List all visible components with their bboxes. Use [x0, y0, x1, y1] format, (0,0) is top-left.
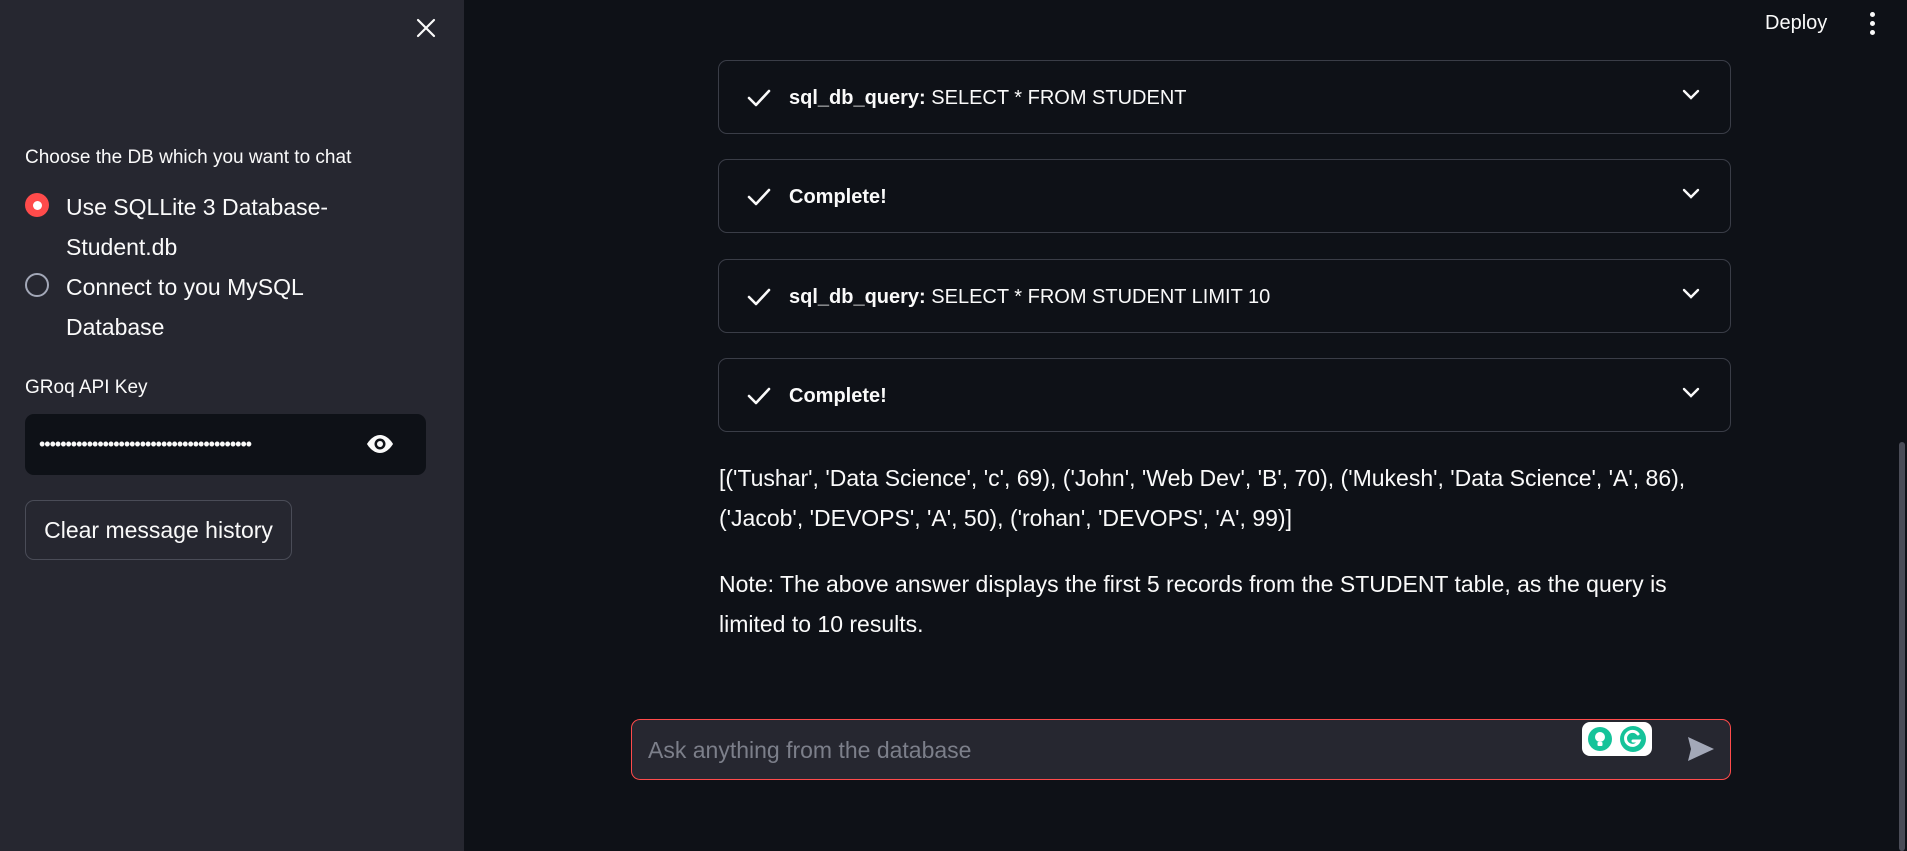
- chevron-down-icon: [1682, 387, 1700, 398]
- step-label: Complete!: [789, 359, 887, 433]
- sidebar: Choose the DB which you want to chat Use…: [0, 0, 464, 851]
- query-result-text: [('Tushar', 'Data Science', 'c', 69), ('…: [719, 465, 1686, 531]
- chevron-down-icon: [1682, 188, 1700, 199]
- radio-mysql[interactable]: Connect to you MySQL Database: [25, 267, 366, 347]
- send-icon[interactable]: [1686, 735, 1716, 763]
- api-key-input[interactable]: ••••••••••••••••••••••••••••••••••••••••: [25, 414, 426, 475]
- chevron-down-icon: [1682, 89, 1700, 100]
- eye-icon[interactable]: [364, 432, 396, 456]
- close-icon: [416, 18, 436, 38]
- clear-history-button[interactable]: Clear message history: [25, 500, 292, 560]
- api-key-value: ••••••••••••••••••••••••••••••••••••••••: [39, 434, 252, 454]
- step-expander[interactable]: sql_db_query: SELECT * FROM STUDENT: [718, 60, 1731, 134]
- radio-mysql-label: Connect to you MySQL Database: [66, 274, 303, 340]
- step-tool: Complete!: [789, 385, 887, 407]
- main-menu-icon[interactable]: [1862, 12, 1882, 40]
- grammarly-icon: [1619, 726, 1646, 752]
- step-tool: Complete!: [789, 186, 887, 208]
- radio-sqlite[interactable]: Use SQLLite 3 Database- Student.db: [25, 187, 366, 267]
- note-text: Note: The above answer displays the firs…: [719, 571, 1667, 637]
- step-label: Complete!: [789, 160, 887, 234]
- chat-input-box[interactable]: [631, 719, 1731, 781]
- step-tool: sql_db_query:: [789, 87, 926, 109]
- api-key-label: GRoq API Key: [25, 377, 148, 398]
- radio-unselected-icon: [25, 273, 49, 297]
- lightbulb-icon: [1588, 727, 1613, 751]
- check-icon: [747, 288, 771, 306]
- step-text: SELECT * FROM STUDENT LIMIT 10: [925, 286, 1271, 308]
- check-icon: [747, 89, 771, 107]
- step-label: sql_db_query: SELECT * FROM STUDENT LIMI…: [789, 260, 1270, 334]
- step-expander[interactable]: Complete!: [718, 358, 1731, 432]
- radio-selected-icon: [25, 193, 49, 217]
- deploy-button[interactable]: Deploy: [1765, 12, 1827, 35]
- chat-input[interactable]: [646, 720, 1550, 781]
- check-icon: [747, 188, 771, 206]
- step-text: SELECT * FROM STUDENT: [925, 87, 1187, 109]
- scrollbar[interactable]: [1899, 442, 1905, 851]
- step-expander[interactable]: Complete!: [718, 159, 1731, 233]
- db-choice-label: Choose the DB which you want to chat: [25, 147, 352, 168]
- step-label: sql_db_query: SELECT * FROM STUDENT: [789, 61, 1186, 135]
- chevron-down-icon: [1682, 288, 1700, 299]
- check-icon: [747, 387, 771, 405]
- step-expander[interactable]: sql_db_query: SELECT * FROM STUDENT LIMI…: [718, 259, 1731, 333]
- radio-sqlite-label: Use SQLLite 3 Database- Student.db: [66, 194, 329, 260]
- grammarly-widget[interactable]: [1582, 722, 1652, 756]
- close-sidebar-button[interactable]: [410, 12, 442, 44]
- step-tool: sql_db_query:: [789, 286, 926, 308]
